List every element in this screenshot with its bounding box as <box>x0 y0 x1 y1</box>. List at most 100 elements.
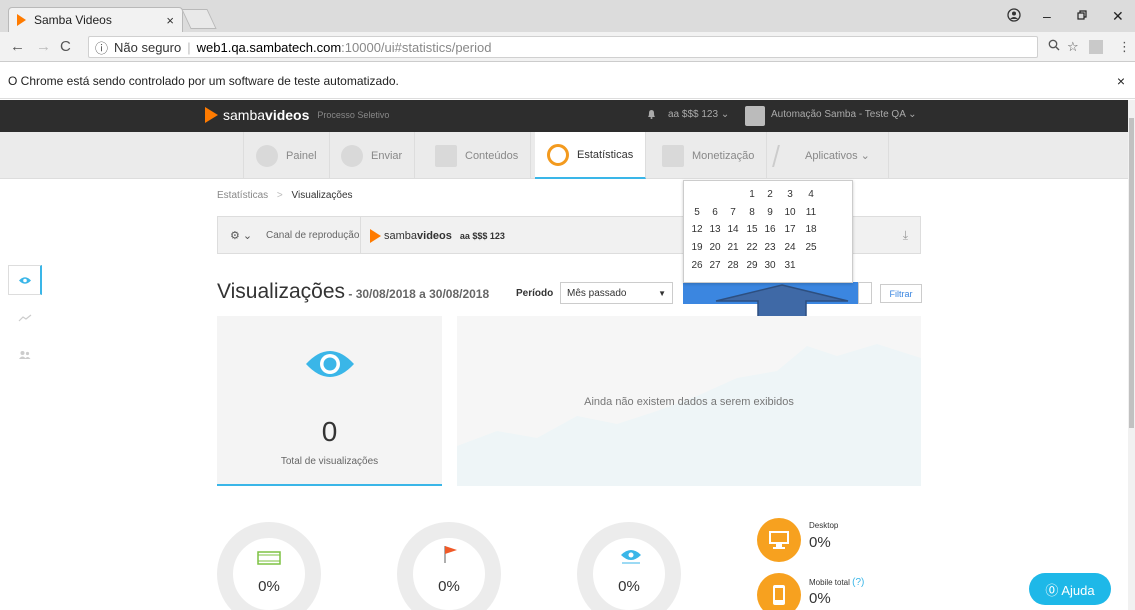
user-avatar[interactable] <box>745 106 765 126</box>
film-icon <box>257 551 281 565</box>
calendar-day[interactable]: 8 <box>743 207 761 218</box>
breadcrumb-root[interactable]: Estatísticas <box>217 190 268 201</box>
calendar-day[interactable]: 27 <box>706 260 724 271</box>
address-bar-row: ← → C ⓘ Não seguro | web1.qa.sambatech.c… <box>0 32 1135 62</box>
nav-label: Monetização <box>692 149 755 162</box>
calendar-day[interactable]: 4 <box>802 189 820 200</box>
calendar-day[interactable]: 1 <box>743 189 761 200</box>
calendar-day[interactable]: 15 <box>743 224 761 235</box>
chart-empty-message: Ainda não existem dados a serem exibidos <box>584 396 794 408</box>
apps-icon <box>772 144 800 167</box>
calendar-day[interactable]: 26 <box>688 260 706 271</box>
side-users-icon[interactable] <box>8 340 42 370</box>
restore-icon[interactable] <box>1077 8 1088 24</box>
nav-painel[interactable]: Painel <box>243 132 330 179</box>
profile-icon[interactable] <box>1007 8 1021 25</box>
nav-monetizacao[interactable]: Monetização <box>650 132 768 179</box>
side-trend-icon[interactable] <box>8 303 42 333</box>
help-button[interactable]: ⓪ Ajuda <box>1029 573 1111 605</box>
info-icon[interactable]: ⓘ <box>95 38 108 57</box>
reload-icon[interactable]: C <box>60 38 71 55</box>
settings-gear-icon[interactable]: ⚙ ⌄ <box>230 229 252 242</box>
calendar-day[interactable]: 11 <box>802 207 820 218</box>
calendar-day[interactable]: 28 <box>724 260 742 271</box>
views-chart: Ainda não existem dados a serem exibidos <box>457 316 921 486</box>
new-tab-button[interactable] <box>181 9 217 29</box>
calendar-day[interactable]: 2 <box>761 189 779 200</box>
scrollbar-thumb[interactable] <box>1129 118 1134 428</box>
calendar-day[interactable]: 6 <box>706 207 724 218</box>
breadcrumb-current: Visualizações <box>291 190 353 201</box>
desktop-value: 0% <box>809 534 831 551</box>
calendar-day[interactable]: 14 <box>724 224 742 235</box>
calendar-day[interactable]: 13 <box>706 224 724 235</box>
nav-conteudos[interactable]: Conteúdos <box>423 132 532 179</box>
calendar-day[interactable]: 3 <box>781 189 799 200</box>
browser-tab[interactable]: Samba Videos × <box>8 7 183 32</box>
forward-icon[interactable]: → <box>36 38 51 55</box>
calendar-day[interactable]: 16 <box>761 224 779 235</box>
calendar-day[interactable]: 5 <box>688 207 706 218</box>
calendar-day[interactable]: 24 <box>781 242 799 253</box>
extension-icon[interactable] <box>1089 40 1103 54</box>
filter-button[interactable]: Filtrar <box>880 284 922 303</box>
total-views-number: 0 <box>321 416 338 447</box>
url-host: web1.qa.sambatech.com <box>196 39 342 55</box>
flag-icon <box>444 546 457 563</box>
logo-triangle-icon <box>205 107 218 123</box>
samba-favicon-icon <box>17 14 26 26</box>
desktop-label: Desktop <box>809 521 839 530</box>
ring-chart-videos: 0% <box>217 522 321 610</box>
nav-estatisticas[interactable]: Estatísticas <box>535 132 647 179</box>
nav-aplicativos[interactable]: Aplicativos ⌄ <box>763 132 889 179</box>
browser-tab-bar: Samba Videos × – ✕ <box>0 0 1135 32</box>
period-select[interactable]: Mês passado ▼ <box>560 282 673 304</box>
nav-enviar[interactable]: Enviar <box>329 132 416 179</box>
ring-value: 0% <box>258 578 280 595</box>
ring-chart-flag: 0% <box>397 522 501 610</box>
tab-close-icon[interactable]: × <box>166 13 174 28</box>
calendar-day[interactable]: 18 <box>802 224 820 235</box>
calendar-day[interactable]: 10 <box>781 207 799 218</box>
channel-logo-light: samba <box>384 230 418 242</box>
calendar-day[interactable]: 30 <box>761 260 779 271</box>
notification-bell-icon[interactable] <box>647 109 656 122</box>
calendar-day[interactable]: 19 <box>688 242 706 253</box>
calendar-day[interactable]: 22 <box>743 242 761 253</box>
back-icon[interactable]: ← <box>10 38 25 55</box>
zoom-icon[interactable] <box>1048 39 1060 54</box>
money-icon <box>662 144 684 167</box>
project-selector[interactable]: aa $$$ 123 ⌄ <box>668 109 729 120</box>
channel-logo-triangle-icon <box>370 229 381 243</box>
menu-icon[interactable]: ⋮ <box>1118 39 1131 55</box>
mobile-help-link[interactable]: (?) <box>852 577 864 588</box>
total-views-label: Total de visualizações <box>280 456 379 467</box>
screen: Samba Videos × – ✕ ← → C ⓘ Não seguro | … <box>0 0 1135 610</box>
calendar-day[interactable]: 20 <box>706 242 724 253</box>
date-to-field[interactable] <box>858 282 872 304</box>
infobar-close-icon[interactable]: × <box>1117 73 1125 89</box>
page-scrollbar[interactable] <box>1128 100 1135 610</box>
calendar-day[interactable]: 7 <box>724 207 742 218</box>
url-input[interactable]: ⓘ Não seguro | web1.qa.sambatech.com :10… <box>88 36 1038 58</box>
nav-label: Aplicativos <box>805 149 858 162</box>
calendar-day[interactable]: 29 <box>743 260 761 271</box>
calendar-day[interactable]: 12 <box>688 224 706 235</box>
user-menu[interactable]: Automação Samba - Teste QA ⌄ <box>771 109 917 120</box>
side-views-eye-icon[interactable] <box>8 265 42 295</box>
calendar-day[interactable]: 17 <box>781 224 799 235</box>
breadcrumb: Estatísticas > Visualizações <box>217 190 353 201</box>
logo-text-bold: videos <box>265 107 310 123</box>
calendar-day[interactable]: 31 <box>781 260 799 271</box>
close-window-icon[interactable]: ✕ <box>1112 8 1124 25</box>
calendar-day[interactable]: 9 <box>761 207 779 218</box>
calendar-day[interactable]: 21 <box>724 242 742 253</box>
samba-videos-logo[interactable]: samba videos Processo Seletivo <box>205 107 389 123</box>
calendar-day[interactable]: 25 <box>802 242 820 253</box>
download-icon[interactable]: ⤓ <box>903 228 908 243</box>
url-path: :10000/ui#statistics/period <box>341 39 492 55</box>
calendar-day[interactable]: 23 <box>761 242 779 253</box>
minimize-icon[interactable]: – <box>1043 8 1051 24</box>
stats-check-icon <box>547 143 569 166</box>
bookmark-star-icon[interactable]: ☆ <box>1067 39 1079 55</box>
